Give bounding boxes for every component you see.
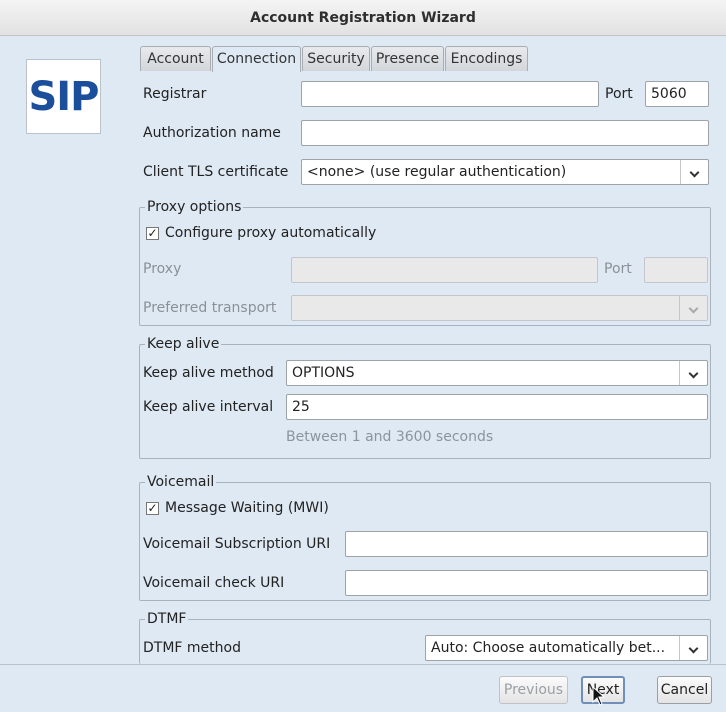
registrar-port-label: Port xyxy=(605,86,633,102)
dtmf-method-select[interactable]: Auto: Choose automatically bet... xyxy=(425,635,708,661)
chevron-down-icon xyxy=(688,368,699,379)
keep-alive-legend: Keep alive xyxy=(145,335,222,353)
tab-presence[interactable]: Presence xyxy=(371,46,444,71)
voicemail-subscription-input[interactable] xyxy=(345,531,708,557)
auth-name-label: Authorization name xyxy=(143,125,281,141)
check-icon: ✓ xyxy=(147,501,158,515)
proxy-auto-label[interactable]: Configure proxy automatically xyxy=(165,225,376,241)
proxy-port-input[interactable] xyxy=(644,257,708,283)
keep-alive-method-label: Keep alive method xyxy=(143,365,274,381)
tls-cert-label: Client TLS certificate xyxy=(143,164,289,180)
keep-alive-interval-input[interactable]: 25 xyxy=(286,394,708,420)
keep-alive-method-value: OPTIONS xyxy=(292,365,355,381)
chevron-down-icon xyxy=(688,643,699,654)
tab-encodings[interactable]: Encodings xyxy=(445,46,528,71)
voicemail-check-label: Voicemail check URI xyxy=(143,575,285,591)
keep-alive-method-dropdown-button[interactable] xyxy=(679,361,707,385)
sip-logo-text: SIP xyxy=(28,73,99,120)
voicemail-subscription-label: Voicemail Subscription URI xyxy=(143,536,331,552)
window-titlebar[interactable]: Account Registration Wizard xyxy=(0,0,726,36)
tls-cert-select[interactable]: <none> (use regular authentication) xyxy=(301,159,709,185)
chevron-down-icon xyxy=(689,167,700,178)
mwi-label[interactable]: Message Waiting (MWI) xyxy=(165,500,329,516)
chevron-down-icon xyxy=(688,303,699,314)
dtmf-method-value: Auto: Choose automatically bet... xyxy=(431,640,666,656)
registrar-input[interactable] xyxy=(301,81,599,107)
registrar-port-input[interactable]: 5060 xyxy=(645,81,709,107)
voicemail-legend: Voicemail xyxy=(145,473,217,491)
tls-cert-dropdown-button[interactable] xyxy=(680,160,708,184)
mwi-checkbox[interactable]: ✓ xyxy=(146,502,159,515)
dtmf-legend: DTMF xyxy=(145,610,189,628)
sip-logo: SIP xyxy=(26,59,101,134)
dtmf-method-dropdown-button[interactable] xyxy=(679,636,707,660)
voicemail-check-input[interactable] xyxy=(345,570,708,596)
registrar-label: Registrar xyxy=(143,86,207,102)
proxy-options-legend: Proxy options xyxy=(145,198,244,216)
preferred-transport-label: Preferred transport xyxy=(143,300,277,316)
cancel-button[interactable]: Cancel xyxy=(657,676,712,704)
window-title: Account Registration Wizard xyxy=(250,10,476,26)
previous-button[interactable]: Previous xyxy=(499,676,568,704)
keep-alive-interval-label: Keep alive interval xyxy=(143,399,274,415)
tls-cert-value: <none> (use regular authentication) xyxy=(307,164,567,180)
preferred-transport-dropdown-button[interactable] xyxy=(679,296,707,320)
proxy-label: Proxy xyxy=(143,261,182,277)
auth-name-input[interactable] xyxy=(301,120,709,146)
check-icon: ✓ xyxy=(147,226,158,240)
proxy-port-label: Port xyxy=(604,261,632,277)
dtmf-method-label: DTMF method xyxy=(143,640,241,656)
keep-alive-method-select[interactable]: OPTIONS xyxy=(286,360,708,386)
tab-connection[interactable]: Connection xyxy=(212,46,301,72)
proxy-input[interactable] xyxy=(291,257,598,283)
keep-alive-interval-hint: Between 1 and 3600 seconds xyxy=(286,429,494,445)
mouse-pointer-icon xyxy=(592,686,606,706)
proxy-auto-checkbox[interactable]: ✓ xyxy=(146,227,159,240)
tab-security[interactable]: Security xyxy=(302,46,370,71)
tab-account[interactable]: Account xyxy=(140,46,211,71)
preferred-transport-select[interactable] xyxy=(291,295,708,321)
